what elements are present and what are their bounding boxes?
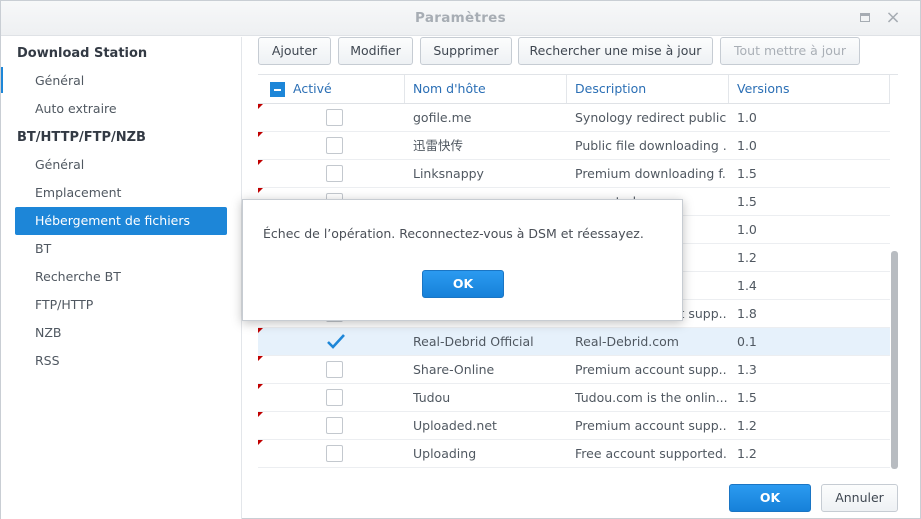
minimize-icon bbox=[860, 13, 870, 22]
table-row[interactable]: Real-Debrid Official Real-Debrid.com 0.1 bbox=[258, 328, 890, 356]
table-row[interactable]: Uploaded.net Premium account supp... 1.2 bbox=[258, 412, 890, 440]
delete-button[interactable]: Supprimer bbox=[420, 37, 512, 65]
description-cell: Public file downloading ... bbox=[575, 138, 727, 153]
version-cell: 1.8 bbox=[737, 306, 757, 321]
enable-checkbox[interactable] bbox=[326, 137, 343, 154]
add-button[interactable]: Ajouter bbox=[258, 37, 331, 65]
column-label-enabled: Activé bbox=[293, 81, 332, 96]
sidebar-item-ftp-http[interactable]: FTP/HTTP bbox=[15, 291, 227, 319]
dialog-ok-button[interactable]: OK bbox=[422, 270, 504, 298]
description-cell: Free account supported. bbox=[575, 446, 727, 461]
sidebar-header-bt-http: BT/HTTP/FTP/NZB bbox=[17, 130, 146, 145]
error-message: Échec de l’opération. Reconnectez-vous à… bbox=[263, 226, 644, 241]
sidebar-item-nzb[interactable]: NZB bbox=[15, 319, 227, 347]
footer-cancel-button[interactable]: Annuler bbox=[821, 484, 898, 512]
version-cell: 1.5 bbox=[737, 166, 757, 181]
sidebar-item-general-ds[interactable]: Général bbox=[15, 67, 227, 95]
table-row[interactable]: Linksnappy Premium downloading f... 1.5 bbox=[258, 160, 890, 188]
footer-ok-button[interactable]: OK bbox=[729, 484, 811, 512]
enable-checkbox[interactable] bbox=[326, 165, 343, 182]
row-marker bbox=[258, 440, 263, 445]
enable-checkbox[interactable] bbox=[326, 333, 345, 350]
hostname-cell: Real-Debrid Official bbox=[413, 334, 534, 349]
sidebar-header-download-station: Download Station bbox=[17, 46, 148, 61]
sidebar-item-file-hosting[interactable]: Hébergement de fichiers bbox=[15, 207, 227, 235]
row-marker bbox=[258, 356, 263, 361]
row-marker bbox=[258, 104, 263, 109]
hostname-cell: gofile.me bbox=[413, 110, 472, 125]
enable-checkbox[interactable] bbox=[326, 109, 343, 126]
table-row[interactable]: gofile.me Synology redirect public... 1.0 bbox=[258, 104, 890, 132]
window-title: Paramètres bbox=[415, 10, 506, 26]
error-dialog: Échec de l’opération. Reconnectez-vous à… bbox=[242, 199, 683, 321]
settings-window: Paramètres × Download Station Général Au… bbox=[0, 0, 921, 519]
enable-checkbox[interactable] bbox=[326, 389, 343, 406]
grid-header: Activé Nom d'hôte Description Versions bbox=[258, 75, 890, 104]
hostname-cell: Share-Online bbox=[413, 362, 495, 377]
row-marker bbox=[258, 384, 263, 389]
hostname-cell: Uploading bbox=[413, 446, 477, 461]
hostname-cell: 迅雷快传 bbox=[413, 138, 464, 153]
sidebar-item-bt[interactable]: BT bbox=[15, 235, 227, 263]
sidebar-item-general[interactable]: Général bbox=[15, 151, 227, 179]
enable-checkbox[interactable] bbox=[326, 361, 343, 378]
table-row[interactable]: 迅雷快传 Public file downloading ... 1.0 bbox=[258, 132, 890, 160]
close-button[interactable]: × bbox=[885, 9, 901, 27]
description-cell: Tudou.com is the onlin... bbox=[575, 390, 727, 405]
column-header-description[interactable]: Description bbox=[567, 75, 729, 103]
sidebar-item-rss[interactable]: RSS bbox=[15, 347, 227, 375]
enable-checkbox[interactable] bbox=[326, 417, 343, 434]
version-cell: 1.0 bbox=[737, 138, 757, 153]
check-update-button[interactable]: Rechercher une mise à jour bbox=[518, 37, 713, 65]
version-cell: 1.4 bbox=[737, 278, 757, 293]
description-cell: Synology redirect public... bbox=[575, 110, 727, 125]
close-icon: × bbox=[885, 7, 901, 28]
version-cell: 1.2 bbox=[737, 250, 757, 265]
table-row[interactable]: Uploading Free account supported. 1.2 bbox=[258, 440, 890, 468]
grid-scrollbar[interactable] bbox=[891, 251, 898, 469]
edit-button[interactable]: Modifier bbox=[338, 37, 413, 65]
column-header-enabled[interactable]: Activé bbox=[258, 75, 405, 103]
row-marker bbox=[258, 188, 263, 193]
select-all-checkbox[interactable] bbox=[270, 82, 285, 97]
hostname-cell: Linksnappy bbox=[413, 166, 484, 181]
minimize-button[interactable] bbox=[858, 12, 872, 24]
table-row[interactable]: Share-Online Premium account supp... 1.3 bbox=[258, 356, 890, 384]
version-cell: 1.5 bbox=[737, 194, 757, 209]
version-cell: 1.3 bbox=[737, 362, 757, 377]
version-cell: 1.0 bbox=[737, 110, 757, 125]
description-cell: Real-Debrid.com bbox=[575, 334, 679, 349]
version-cell: 1.2 bbox=[737, 446, 757, 461]
enable-checkbox[interactable] bbox=[326, 445, 343, 462]
hostname-cell: Uploaded.net bbox=[413, 418, 497, 433]
column-header-version[interactable]: Versions bbox=[729, 75, 890, 103]
sidebar-item-auto-extract[interactable]: Auto extraire bbox=[15, 95, 227, 123]
row-marker bbox=[258, 132, 263, 137]
version-cell: 1.2 bbox=[737, 418, 757, 433]
checkmark-icon bbox=[327, 334, 345, 349]
hostname-cell: Tudou bbox=[413, 390, 451, 405]
sidebar-item-location[interactable]: Emplacement bbox=[15, 179, 227, 207]
description-cell: Premium account supp... bbox=[575, 362, 727, 377]
description-cell: Premium account supp... bbox=[575, 418, 727, 433]
table-row[interactable]: Tudou Tudou.com is the onlin... 1.5 bbox=[258, 384, 890, 412]
description-cell: Premium downloading f... bbox=[575, 166, 727, 181]
sidebar-marker bbox=[1, 67, 3, 93]
sidebar-item-bt-search[interactable]: Recherche BT bbox=[15, 263, 227, 291]
version-cell: 1.5 bbox=[737, 390, 757, 405]
title-bar: Paramètres × bbox=[1, 1, 920, 36]
version-cell: 0.1 bbox=[737, 334, 757, 349]
column-header-hostname[interactable]: Nom d'hôte bbox=[405, 75, 567, 103]
row-marker bbox=[258, 328, 263, 333]
sidebar: Download Station Général Auto extraire B… bbox=[1, 37, 242, 519]
row-marker bbox=[258, 160, 263, 165]
update-all-button[interactable]: Tout mettre à jour bbox=[720, 37, 860, 65]
row-marker bbox=[258, 412, 263, 417]
version-cell: 1.0 bbox=[737, 222, 757, 237]
